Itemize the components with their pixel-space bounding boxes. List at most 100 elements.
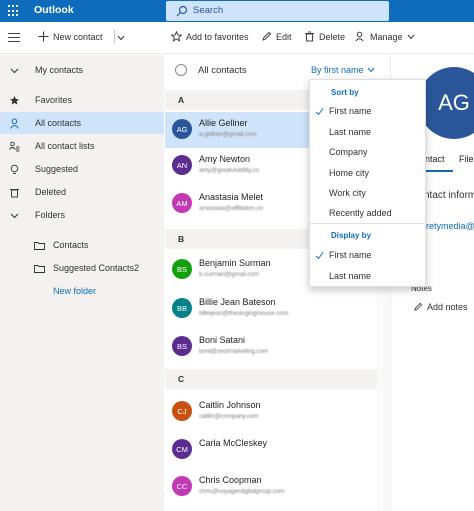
sort-by-header: Sort by xyxy=(331,88,359,97)
app-launcher-icon[interactable] xyxy=(8,5,20,17)
tab-contact[interactable]: ntact xyxy=(425,154,445,164)
avatar: CM xyxy=(172,439,192,459)
folder-icon xyxy=(34,241,45,250)
nav-folder-contacts-label: Contacts xyxy=(53,240,89,250)
manage-label: Manage xyxy=(370,31,403,42)
contact-email: amy@greatvisibility.co xyxy=(199,167,259,174)
contact-name: Boni Satani xyxy=(199,335,246,345)
nav-deleted-label: Deleted xyxy=(35,187,67,197)
nav-all-contact-lists[interactable]: All contact lists xyxy=(0,135,164,157)
contact-info-heading: ntact inform xyxy=(424,190,474,201)
command-bar: New contact Add to favorites Edit Delete… xyxy=(0,22,474,54)
group-header-c: C xyxy=(165,369,377,389)
delete-button[interactable]: Delete xyxy=(304,31,345,42)
person-icon xyxy=(10,118,19,129)
display-option-first-name[interactable]: First name xyxy=(329,250,372,260)
menu-divider xyxy=(310,223,427,224)
nav-suggested[interactable]: Suggested xyxy=(0,158,164,180)
contact-name: Billie Jean Bateson xyxy=(199,297,276,307)
contact-name: Allie Gellner xyxy=(199,118,248,128)
edit-button[interactable]: Edit xyxy=(261,31,292,42)
search-icon xyxy=(176,5,188,17)
avatar: BS xyxy=(172,259,192,279)
contact-row[interactable]: CC Chris Coopman chris@voyagerdigitalgro… xyxy=(165,469,389,505)
avatar: AN xyxy=(172,155,192,175)
tab-files[interactable]: File xyxy=(459,154,474,164)
avatar: AM xyxy=(172,193,192,213)
chevron-down-icon[interactable] xyxy=(117,35,125,41)
contact-name: Caitlin Johnson xyxy=(199,400,261,410)
plus-icon xyxy=(38,31,49,42)
avatar: BS xyxy=(172,336,192,356)
star-outline-icon xyxy=(171,31,182,42)
contact-name: Benjamin Surman xyxy=(199,258,271,268)
top-bar: Outlook Search xyxy=(0,0,474,22)
avatar: CC xyxy=(172,476,192,496)
add-to-favorites-label: Add to favorites xyxy=(186,31,249,42)
sort-option-company[interactable]: Company xyxy=(329,147,368,157)
contact-email: chris@voyagerdigitalgroup.com xyxy=(199,488,285,495)
sort-label: By first name xyxy=(311,65,364,75)
add-notes-label: Add notes xyxy=(427,302,468,312)
contact-row[interactable]: BS Boni Satani boni@zestmarketing.com xyxy=(165,329,389,365)
sort-option-first-name[interactable]: First name xyxy=(329,106,372,116)
nav-folder-contacts[interactable]: Contacts xyxy=(0,234,164,256)
detail-avatar: AG xyxy=(418,67,474,139)
nav-deleted[interactable]: Deleted xyxy=(0,181,164,203)
contact-name: Carla McCleskey xyxy=(199,438,268,448)
sort-option-last-name[interactable]: Last name xyxy=(329,127,371,137)
add-notes-button[interactable]: Add notes xyxy=(413,302,468,312)
contact-email: boni@zestmarketing.com xyxy=(199,348,269,355)
nav-folders[interactable]: Folders xyxy=(0,204,164,226)
delete-label: Delete xyxy=(319,31,346,42)
contact-name: Chris Coopman xyxy=(199,475,262,485)
detail-email-link[interactable]: retymedia@ xyxy=(426,221,474,231)
contact-row[interactable]: BB Billie Jean Bateson billiejean@thesin… xyxy=(165,291,389,327)
contact-email: anastasia@affiliation.co xyxy=(199,205,263,212)
display-option-last-name[interactable]: Last name xyxy=(329,271,371,281)
nav-all-contacts-label: All contacts xyxy=(35,118,82,128)
nav-all-contacts[interactable]: All contacts xyxy=(0,112,164,134)
nav-folder-suggested-contacts2-label: Suggested Contacts2 xyxy=(53,263,140,273)
sort-option-recently-added[interactable]: Recently added xyxy=(329,208,392,218)
sort-dropdown-button[interactable]: By first name xyxy=(311,65,375,75)
sort-option-work-city[interactable]: Work city xyxy=(329,188,366,198)
add-to-favorites-button[interactable]: Add to favorites xyxy=(171,31,249,42)
chevron-down-icon xyxy=(10,68,19,73)
contact-name: Anastasia Melet xyxy=(199,192,264,202)
contact-row[interactable]: CM Carla McCleskey xyxy=(165,432,389,468)
person-settings-icon xyxy=(355,31,364,42)
nav-my-contacts-label: My contacts xyxy=(35,65,84,75)
contact-email: b.surman@gmail.com xyxy=(199,271,259,278)
checkmark-icon xyxy=(315,252,324,260)
pencil-icon xyxy=(262,31,272,41)
hamburger-menu-icon[interactable] xyxy=(8,33,20,43)
folder-icon xyxy=(34,264,45,273)
search-placeholder: Search xyxy=(193,5,224,16)
nav-folder-suggested-contacts2[interactable]: Suggested Contacts2 xyxy=(0,257,164,279)
chevron-down-icon xyxy=(407,34,414,39)
nav-favorites[interactable]: Favorites xyxy=(0,89,164,111)
avatar: CJ xyxy=(172,401,192,421)
contact-name: Amy Newton xyxy=(199,154,251,164)
contact-row[interactable]: AG Allie Gellner a.gellner@gmail.com xyxy=(165,112,311,148)
checkmark-icon xyxy=(315,108,324,116)
contact-email: billiejean@thesingingmouse.com xyxy=(199,310,289,317)
search-input[interactable]: Search xyxy=(166,1,389,21)
trash-icon xyxy=(305,31,314,42)
contact-email: a.gellner@gmail.com xyxy=(199,131,257,138)
app-title[interactable]: Outlook xyxy=(34,4,74,16)
new-folder-link[interactable]: New folder xyxy=(0,280,164,302)
new-contact-button[interactable]: New contact xyxy=(38,31,103,42)
people-list-icon xyxy=(9,141,20,151)
manage-button[interactable]: Manage xyxy=(355,31,415,42)
select-all-checkbox[interactable] xyxy=(175,64,187,76)
left-navigation: My contacts Favorites All contacts All c… xyxy=(0,55,164,511)
contact-row[interactable]: CJ Caitlin Johnson caitlin@company.com xyxy=(165,394,389,430)
nav-my-contacts[interactable]: My contacts xyxy=(0,59,164,81)
sort-option-home-city[interactable]: Home city xyxy=(329,168,369,178)
edit-label: Edit xyxy=(276,31,292,42)
new-folder-label: New folder xyxy=(53,286,97,296)
contact-email: caitlin@company.com xyxy=(199,413,259,420)
sort-menu: Sort by First name Last name Company Hom… xyxy=(309,79,427,287)
